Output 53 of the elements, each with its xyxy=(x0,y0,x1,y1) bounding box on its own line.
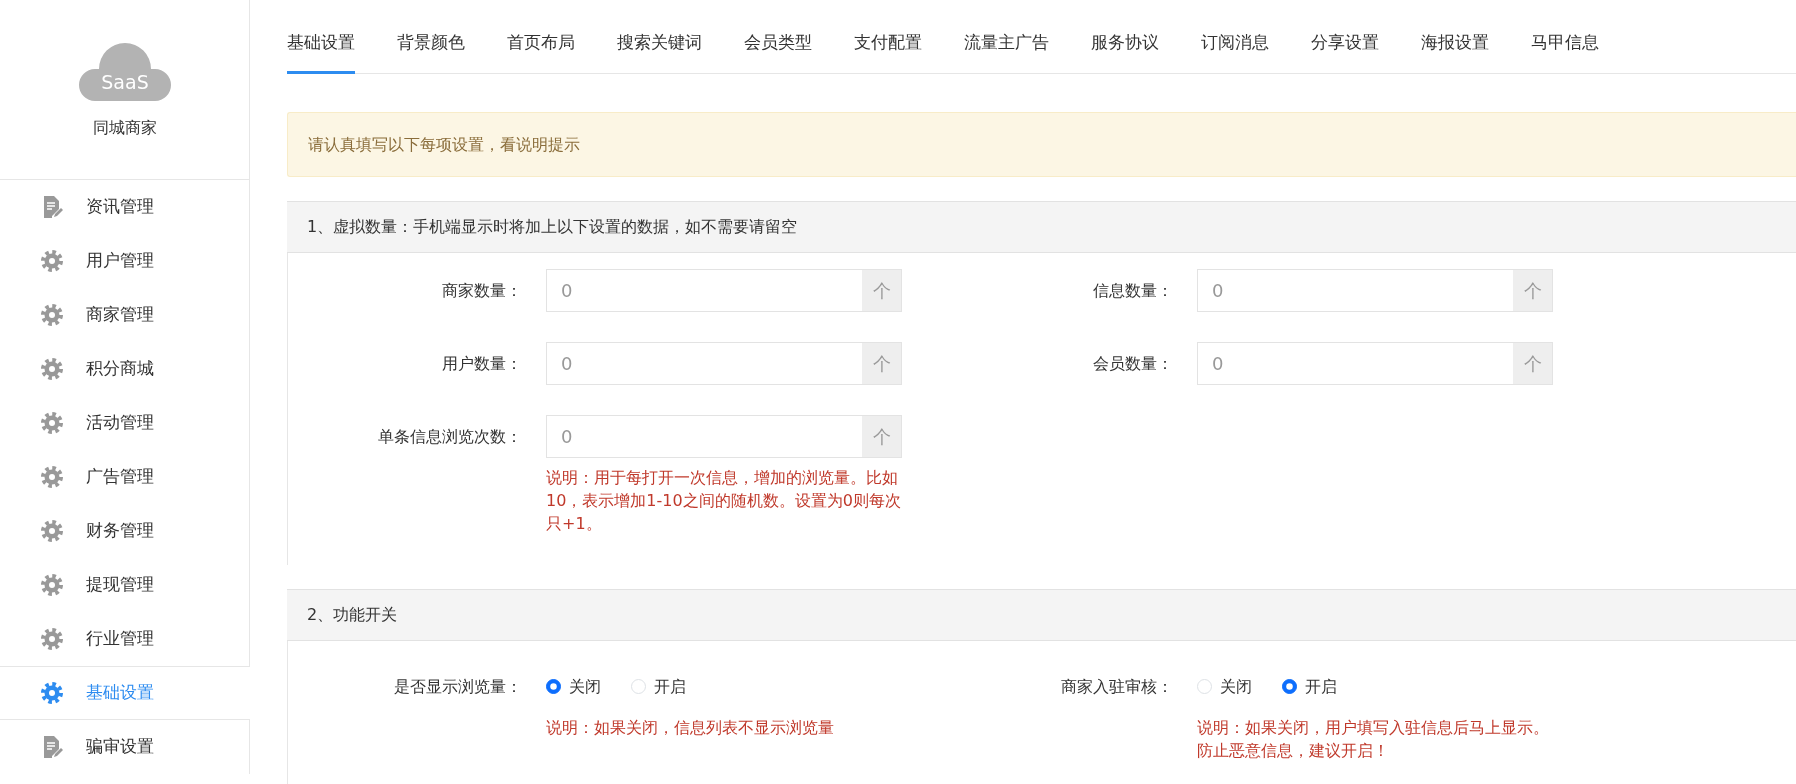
gear-icon xyxy=(40,681,64,705)
gear-icon xyxy=(40,249,64,273)
tab[interactable]: 海报设置 xyxy=(1421,29,1489,74)
sidebar-item[interactable]: 资讯管理 xyxy=(0,180,250,234)
field-label: 会员数量： xyxy=(1092,353,1174,375)
field-label: 商家数量： xyxy=(441,280,523,302)
radio-label[interactable]: 开启 xyxy=(654,674,686,699)
field-label: 单条信息浏览次数： xyxy=(377,426,523,448)
section-header: 2、功能开关 xyxy=(287,589,1796,641)
tab[interactable]: 首页布局 xyxy=(507,29,575,74)
gear-icon xyxy=(40,465,64,489)
logo-text: SaaS xyxy=(100,71,149,93)
section-header: 1、虚拟数量：手机端显示时将加上以下设置的数据，如不需要请留空 xyxy=(287,201,1796,253)
radio-button[interactable] xyxy=(546,679,561,694)
sidebar-item[interactable]: 提现管理 xyxy=(0,558,250,612)
notice-alert: 请认真填写以下每项设置，看说明提示 xyxy=(287,112,1796,177)
sidebar-item[interactable]: 广告管理 xyxy=(0,450,250,504)
tab[interactable]: 流量主广告 xyxy=(964,29,1049,74)
gear-icon xyxy=(40,411,64,435)
radio-label[interactable]: 关闭 xyxy=(1220,674,1252,699)
sidebar-item[interactable]: 活动管理 xyxy=(0,396,250,450)
radio-label[interactable]: 关闭 xyxy=(569,674,601,699)
sidebar-item[interactable]: 用户管理 xyxy=(0,234,250,288)
radio-button[interactable] xyxy=(1282,679,1297,694)
sidebar-item[interactable]: 骗审设置 xyxy=(0,720,250,774)
help-text: 说明：如果关闭，用户填写入驻信息后马上显示。防止恶意信息，建议开启！ xyxy=(1197,717,1550,762)
gear-icon xyxy=(40,627,64,651)
help-text: 说明：用于每打开一次信息，增加的浏览量。比如10，表示增加1-10之间的随机数。设置为0则每次只+1。 xyxy=(546,467,902,535)
tab[interactable]: 服务协议 xyxy=(1091,29,1159,74)
sidebar-item[interactable]: 积分商城 xyxy=(0,342,250,396)
app-title: 同城商家 xyxy=(92,117,157,139)
sidebar-item[interactable]: 基础设置 xyxy=(0,666,250,720)
tab[interactable]: 基础设置 xyxy=(287,29,355,74)
gear-icon xyxy=(40,303,64,327)
radio-label[interactable]: 开启 xyxy=(1305,674,1337,699)
field-label: 是否显示浏览量： xyxy=(393,676,523,698)
tab[interactable]: 搜索关键词 xyxy=(617,29,702,74)
tab[interactable]: 马甲信息 xyxy=(1531,29,1599,74)
gear-icon xyxy=(40,519,64,543)
tab[interactable]: 背景颜色 xyxy=(397,29,465,74)
tab[interactable]: 分享设置 xyxy=(1311,29,1379,74)
field-label: 商家入驻审核： xyxy=(1060,676,1174,698)
sidebar-item[interactable]: 行业管理 xyxy=(0,612,250,666)
help-text: 说明：如果关闭，信息列表不显示浏览量 xyxy=(546,717,835,739)
sidebar-item[interactable]: 商家管理 xyxy=(0,288,250,342)
gear-icon xyxy=(40,357,64,381)
tab[interactable]: 会员类型 xyxy=(744,29,812,74)
field-label: 信息数量： xyxy=(1092,280,1174,302)
sidebar-item[interactable]: 财务管理 xyxy=(0,504,250,558)
field-label: 用户数量： xyxy=(441,353,523,375)
gear-icon xyxy=(40,573,64,597)
tab[interactable]: 支付配置 xyxy=(854,29,922,74)
tab[interactable]: 订阅消息 xyxy=(1201,29,1269,74)
